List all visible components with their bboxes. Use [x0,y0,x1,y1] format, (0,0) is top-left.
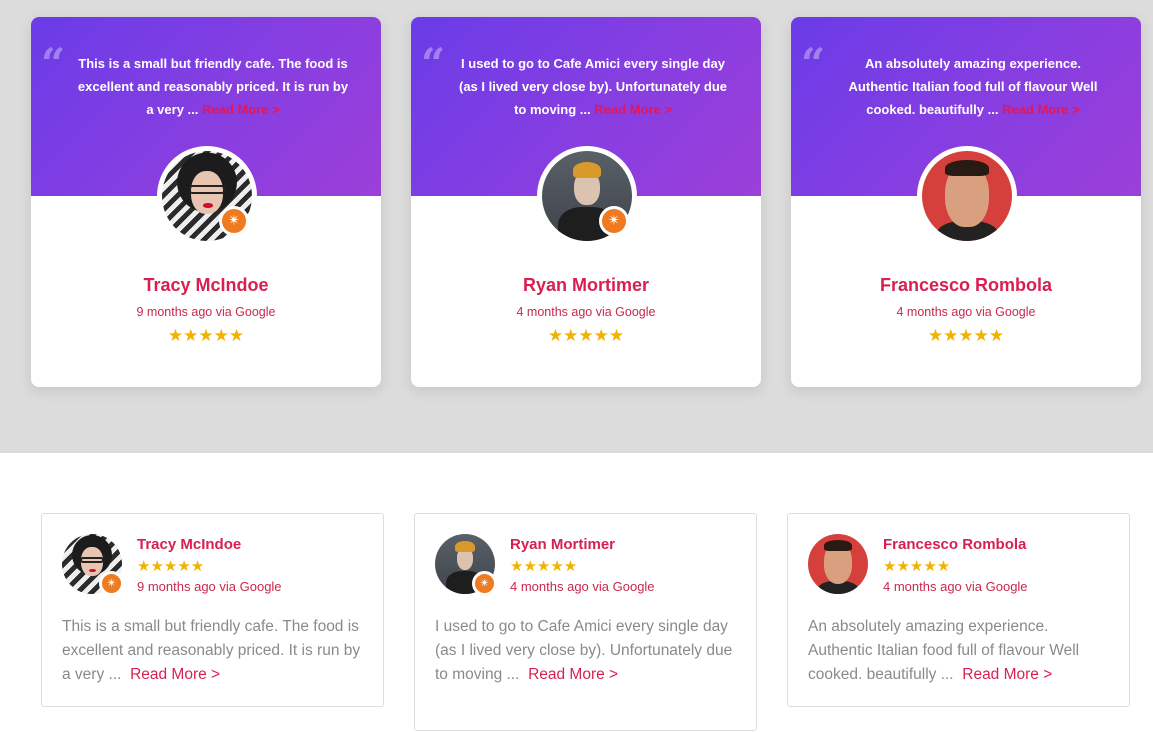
quote-icon: “ [41,39,66,88]
review-card-featured: “ An absolutely amazing experience. Auth… [791,17,1141,387]
reviewer-name[interactable]: Tracy McIndoe [137,536,241,553]
reviewer-name[interactable]: Tracy McIndoe [31,275,381,296]
reviewer-name[interactable]: Ryan Mortimer [510,536,615,553]
review-text: This is a small but friendly cafe. The f… [77,56,349,117]
read-more-link[interactable]: Read More > [202,102,280,117]
avatar-frame: ✴ [435,534,497,596]
review-card: ✴ Tracy McIndoe ★★★★★ 9 months ago via G… [41,513,384,707]
avatar-frame [917,146,1017,246]
read-more-link[interactable]: Read More > [528,666,618,683]
reviewer-name[interactable]: Francesco Rombola [791,275,1141,296]
star-rating-icon: ★★★★★ [137,558,205,575]
avatar [808,534,868,594]
star-rating-icon: ★★★★★ [167,326,245,345]
star-rating-icon: ★★★★★ [547,326,625,345]
google-local-guide-badge-icon: ✴ [599,206,629,236]
star-rating-icon: ★★★★★ [883,558,951,575]
star-rating-icon: ★★★★★ [927,326,1005,345]
review-time-source: 4 months ago via Google [896,305,1036,319]
review-text: This is a small but friendly cafe. The f… [62,618,361,683]
avatar-frame: ✴ [62,534,124,596]
review-card: ✴ Ryan Mortimer ★★★★★ 4 months ago via G… [414,513,757,731]
google-local-guide-badge-icon: ✴ [219,206,249,236]
review-card: Francesco Rombola ★★★★★ 4 months ago via… [787,513,1130,707]
review-text: An absolutely amazing experience. Authen… [848,56,1098,117]
review-card-featured: “ I used to go to Cafe Amici every singl… [411,17,761,387]
review-time-source: 4 months ago via Google [510,579,655,594]
google-local-guide-badge-icon: ✴ [99,571,124,596]
avatar-frame: ✴ [157,146,257,246]
quote-icon: “ [801,39,826,88]
quote-icon: “ [421,39,446,88]
review-text: I used to go to Cafe Amici every single … [435,618,733,683]
avatar-frame [808,534,868,594]
review-time-source: 9 months ago via Google [136,305,276,319]
review-time-source: 4 months ago via Google [516,305,656,319]
read-more-link[interactable]: Read More > [594,102,672,117]
read-more-link[interactable]: Read More > [130,666,220,683]
review-card-featured: “ This is a small but friendly cafe. The… [31,17,381,387]
featured-reviews-section: “ This is a small but friendly cafe. The… [0,0,1153,453]
avatar-frame: ✴ [537,146,637,246]
review-text: An absolutely amazing experience. Authen… [808,618,1080,683]
review-text: I used to go to Cafe Amici every single … [458,56,728,117]
star-rating-icon: ★★★★★ [510,558,578,575]
reviewer-name[interactable]: Francesco Rombola [883,536,1026,553]
review-time-source: 4 months ago via Google [883,579,1028,594]
google-local-guide-badge-icon: ✴ [472,571,497,596]
read-more-link[interactable]: Read More > [962,666,1052,683]
read-more-link[interactable]: Read More > [1002,102,1080,117]
avatar [922,151,1012,241]
reviewer-name[interactable]: Ryan Mortimer [411,275,761,296]
review-time-source: 9 months ago via Google [137,579,282,594]
